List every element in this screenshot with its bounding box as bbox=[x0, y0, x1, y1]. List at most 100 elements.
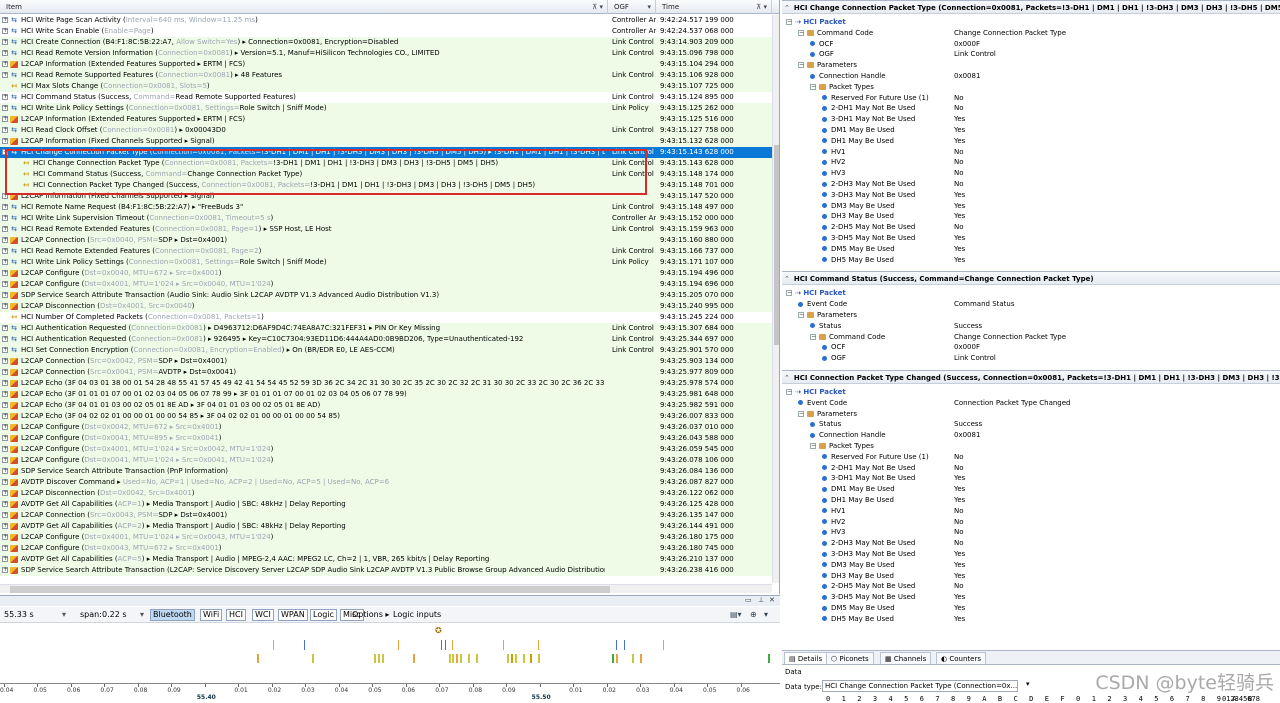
details-row[interactable]: − Packet Types bbox=[782, 82, 1280, 93]
expand-toggle-icon[interactable]: + bbox=[2, 501, 8, 507]
expand-toggle-icon[interactable]: + bbox=[2, 116, 8, 122]
column-header-ogf[interactable]: OGF ▾ bbox=[608, 0, 656, 14]
filter-icon[interactable]: ▾ bbox=[647, 0, 651, 14]
details-row[interactable]: DH5 May Be Used Yes bbox=[782, 255, 1280, 266]
expand-toggle-icon[interactable]: + bbox=[2, 259, 8, 265]
details-row[interactable]: DM3 May Be Used Yes bbox=[782, 560, 1280, 571]
expand-toggle-icon[interactable]: + bbox=[2, 248, 8, 254]
expand-toggle-icon[interactable]: + bbox=[2, 226, 8, 232]
timeline-event-marker[interactable] bbox=[378, 654, 381, 663]
details-row[interactable]: 2-DH5 May Not Be Used No bbox=[782, 222, 1280, 233]
packet-row[interactable]: + ⇆ HCI Create Connection (B4:F1:8C:5B:22:… bbox=[0, 37, 779, 48]
packet-row[interactable]: + L2CAP Echo (3F 04 02 02 01 00 00 01 00 … bbox=[0, 411, 779, 422]
details-row[interactable]: DM5 May Be Used Yes bbox=[782, 603, 1280, 614]
timeline-event-marker[interactable] bbox=[475, 654, 478, 663]
packet-row[interactable]: + L2CAP Connection (Src=0x0042, PSM=SDP ▸… bbox=[0, 356, 779, 367]
details-row[interactable]: 2-DH3 May Not Be Used No bbox=[782, 179, 1280, 190]
expand-toggle-icon[interactable]: + bbox=[2, 215, 8, 221]
packet-row[interactable]: + ⇆ HCI Authentication Requested (Connecti… bbox=[0, 334, 779, 345]
timeline-event-marker[interactable] bbox=[624, 640, 625, 650]
expand-toggle-icon[interactable]: + bbox=[2, 446, 8, 452]
timeline-tab-wpan[interactable]: WPAN bbox=[278, 609, 308, 621]
options-menu[interactable]: Options ▸ bbox=[352, 609, 389, 621]
collapse-toggle-icon[interactable]: − bbox=[798, 29, 804, 36]
timeline-event-marker[interactable] bbox=[639, 654, 642, 663]
timeline-event-marker[interactable] bbox=[452, 640, 454, 650]
packet-row[interactable]: + ⇆ HCI Read Remote Extended Features (Con… bbox=[0, 224, 779, 235]
packet-row[interactable]: + ⇆ HCI Read Remote Version Information (C… bbox=[0, 48, 779, 59]
packet-row[interactable]: + L2CAP Connection (Src=0x0041, PSM=AVDTP… bbox=[0, 367, 779, 378]
details-row[interactable]: 3-DH1 May Not Be Used Yes bbox=[782, 473, 1280, 484]
timeline-event-marker[interactable] bbox=[510, 654, 513, 663]
timeline-event-marker[interactable] bbox=[456, 654, 459, 663]
details-row[interactable]: DH5 May Be Used Yes bbox=[782, 614, 1280, 625]
expand-toggle-icon[interactable]: + bbox=[2, 127, 8, 133]
expand-toggle-icon[interactable]: + bbox=[2, 369, 8, 375]
expand-toggle-icon[interactable]: + bbox=[2, 72, 8, 78]
timeline-event-marker[interactable] bbox=[374, 654, 377, 663]
zoom-icon[interactable]: ⊕ bbox=[750, 609, 757, 621]
details-row[interactable]: − Command Code Change Connection Packet Ty… bbox=[782, 332, 1280, 343]
expand-toggle-icon[interactable]: − bbox=[2, 149, 8, 155]
timeline-event-marker[interactable] bbox=[530, 654, 533, 663]
details-tab-piconets[interactable]: ⬡ Piconets bbox=[826, 652, 874, 664]
details-row[interactable]: DM5 May Be Used Yes bbox=[782, 244, 1280, 255]
expand-toggle-icon[interactable]: + bbox=[2, 490, 8, 496]
details-row[interactable]: Connection Handle 0x0081 bbox=[782, 71, 1280, 82]
packet-row[interactable]: ↤ HCI Change Connection Packet Type (Conn… bbox=[0, 158, 779, 169]
timeline-event-marker[interactable] bbox=[413, 654, 416, 663]
expand-toggle-icon[interactable]: + bbox=[2, 94, 8, 100]
packet-row[interactable]: + L2CAP Configure (Dst=0x0040, MTU=672 ▸ … bbox=[0, 268, 779, 279]
details-row[interactable]: 2-DH5 May Not Be Used No bbox=[782, 581, 1280, 592]
details-row[interactable]: Status Success bbox=[782, 419, 1280, 430]
packet-row[interactable]: + L2CAP Disconnection (Dst=0x4001, Src=0x… bbox=[0, 301, 779, 312]
timeline-tab-bluetooth[interactable]: Bluetooth bbox=[150, 609, 195, 621]
expand-toggle-icon[interactable]: + bbox=[2, 105, 8, 111]
packet-row[interactable]: + L2CAP Configure (Dst=0x4001, MTU=1'024 … bbox=[0, 279, 779, 290]
timeline-event-marker[interactable] bbox=[538, 654, 541, 663]
details-row[interactable]: Reserved For Future Use (1) No bbox=[782, 452, 1280, 463]
collapse-toggle-icon[interactable]: − bbox=[810, 333, 816, 340]
timeline-event-marker[interactable] bbox=[312, 654, 314, 663]
packet-row[interactable]: + ⇆ HCI Remote Name Request (B4:F1:8C:5B:2… bbox=[0, 202, 779, 213]
expand-toggle-icon[interactable]: + bbox=[2, 303, 8, 309]
timeline-event-marker[interactable] bbox=[397, 640, 399, 650]
expand-toggle-icon[interactable]: + bbox=[2, 292, 8, 298]
details-row[interactable]: 2-DH3 May Not Be Used No bbox=[782, 538, 1280, 549]
packet-row[interactable]: + L2CAP Connection (Src=0x0043, PSM=SDP ▸… bbox=[0, 510, 779, 521]
details-row[interactable]: OCF 0x000F bbox=[782, 342, 1280, 353]
details-row[interactable]: DH3 May Be Used Yes bbox=[782, 211, 1280, 222]
details-row[interactable]: 3-DH1 May Not Be Used Yes bbox=[782, 114, 1280, 125]
timeline-event-marker[interactable] bbox=[514, 654, 517, 663]
filter-icon[interactable]: ⊼ ▾ bbox=[592, 0, 603, 14]
details-row[interactable]: 2-DH1 May Not Be Used No bbox=[782, 463, 1280, 474]
timeline-event-marker[interactable] bbox=[448, 654, 451, 663]
timeline-event-marker[interactable] bbox=[460, 654, 463, 663]
timeline-event-marker[interactable] bbox=[273, 640, 274, 650]
details-section-title[interactable]: ⌃ HCI Command Status (Success, Command=Ch… bbox=[782, 271, 1280, 286]
packet-row[interactable]: ↤ HCI Number Of Completed Packets (Connec… bbox=[0, 312, 779, 323]
details-row[interactable]: 3-DH5 May Not Be Used Yes bbox=[782, 592, 1280, 603]
expand-toggle-icon[interactable]: + bbox=[2, 391, 8, 397]
details-row[interactable]: − ⇢ HCI Packet bbox=[782, 387, 1280, 398]
details-row[interactable]: − Packet Types bbox=[782, 441, 1280, 452]
packet-row[interactable]: + L2CAP Echo (3F 01 01 01 07 00 01 02 03 … bbox=[0, 389, 779, 400]
timeline-event-marker[interactable] bbox=[452, 654, 455, 663]
packet-row[interactable]: + AVDTP Get All Capabilities (ACP=1) ▸ Me… bbox=[0, 499, 779, 510]
timeline-event-marker[interactable] bbox=[616, 640, 618, 650]
timeline-event-marker[interactable] bbox=[382, 654, 385, 663]
expand-toggle-icon[interactable]: + bbox=[2, 347, 8, 353]
restore-icon[interactable]: ▭ bbox=[745, 596, 752, 604]
collapse-icon[interactable]: ⌃ bbox=[784, 275, 790, 283]
packet-row[interactable]: + ⇆ HCI Write Link Policy Settings (Connec… bbox=[0, 103, 779, 114]
timeline-event-marker[interactable] bbox=[503, 640, 505, 650]
expand-toggle-icon[interactable]: + bbox=[2, 468, 8, 474]
packet-row[interactable]: + L2CAP Disconnection (Dst=0x0042, Src=0x… bbox=[0, 488, 779, 499]
expand-toggle-icon[interactable]: + bbox=[2, 138, 8, 144]
details-row[interactable]: − Command Code Change Connection Packet Ty… bbox=[782, 28, 1280, 39]
timeline-event-marker[interactable] bbox=[507, 654, 509, 663]
vertical-scrollbar[interactable] bbox=[772, 15, 779, 583]
timeline-event-marker[interactable] bbox=[257, 654, 260, 663]
cursor-marker-icon[interactable]: ✪ bbox=[435, 626, 442, 635]
expand-toggle-icon[interactable]: + bbox=[2, 512, 8, 518]
